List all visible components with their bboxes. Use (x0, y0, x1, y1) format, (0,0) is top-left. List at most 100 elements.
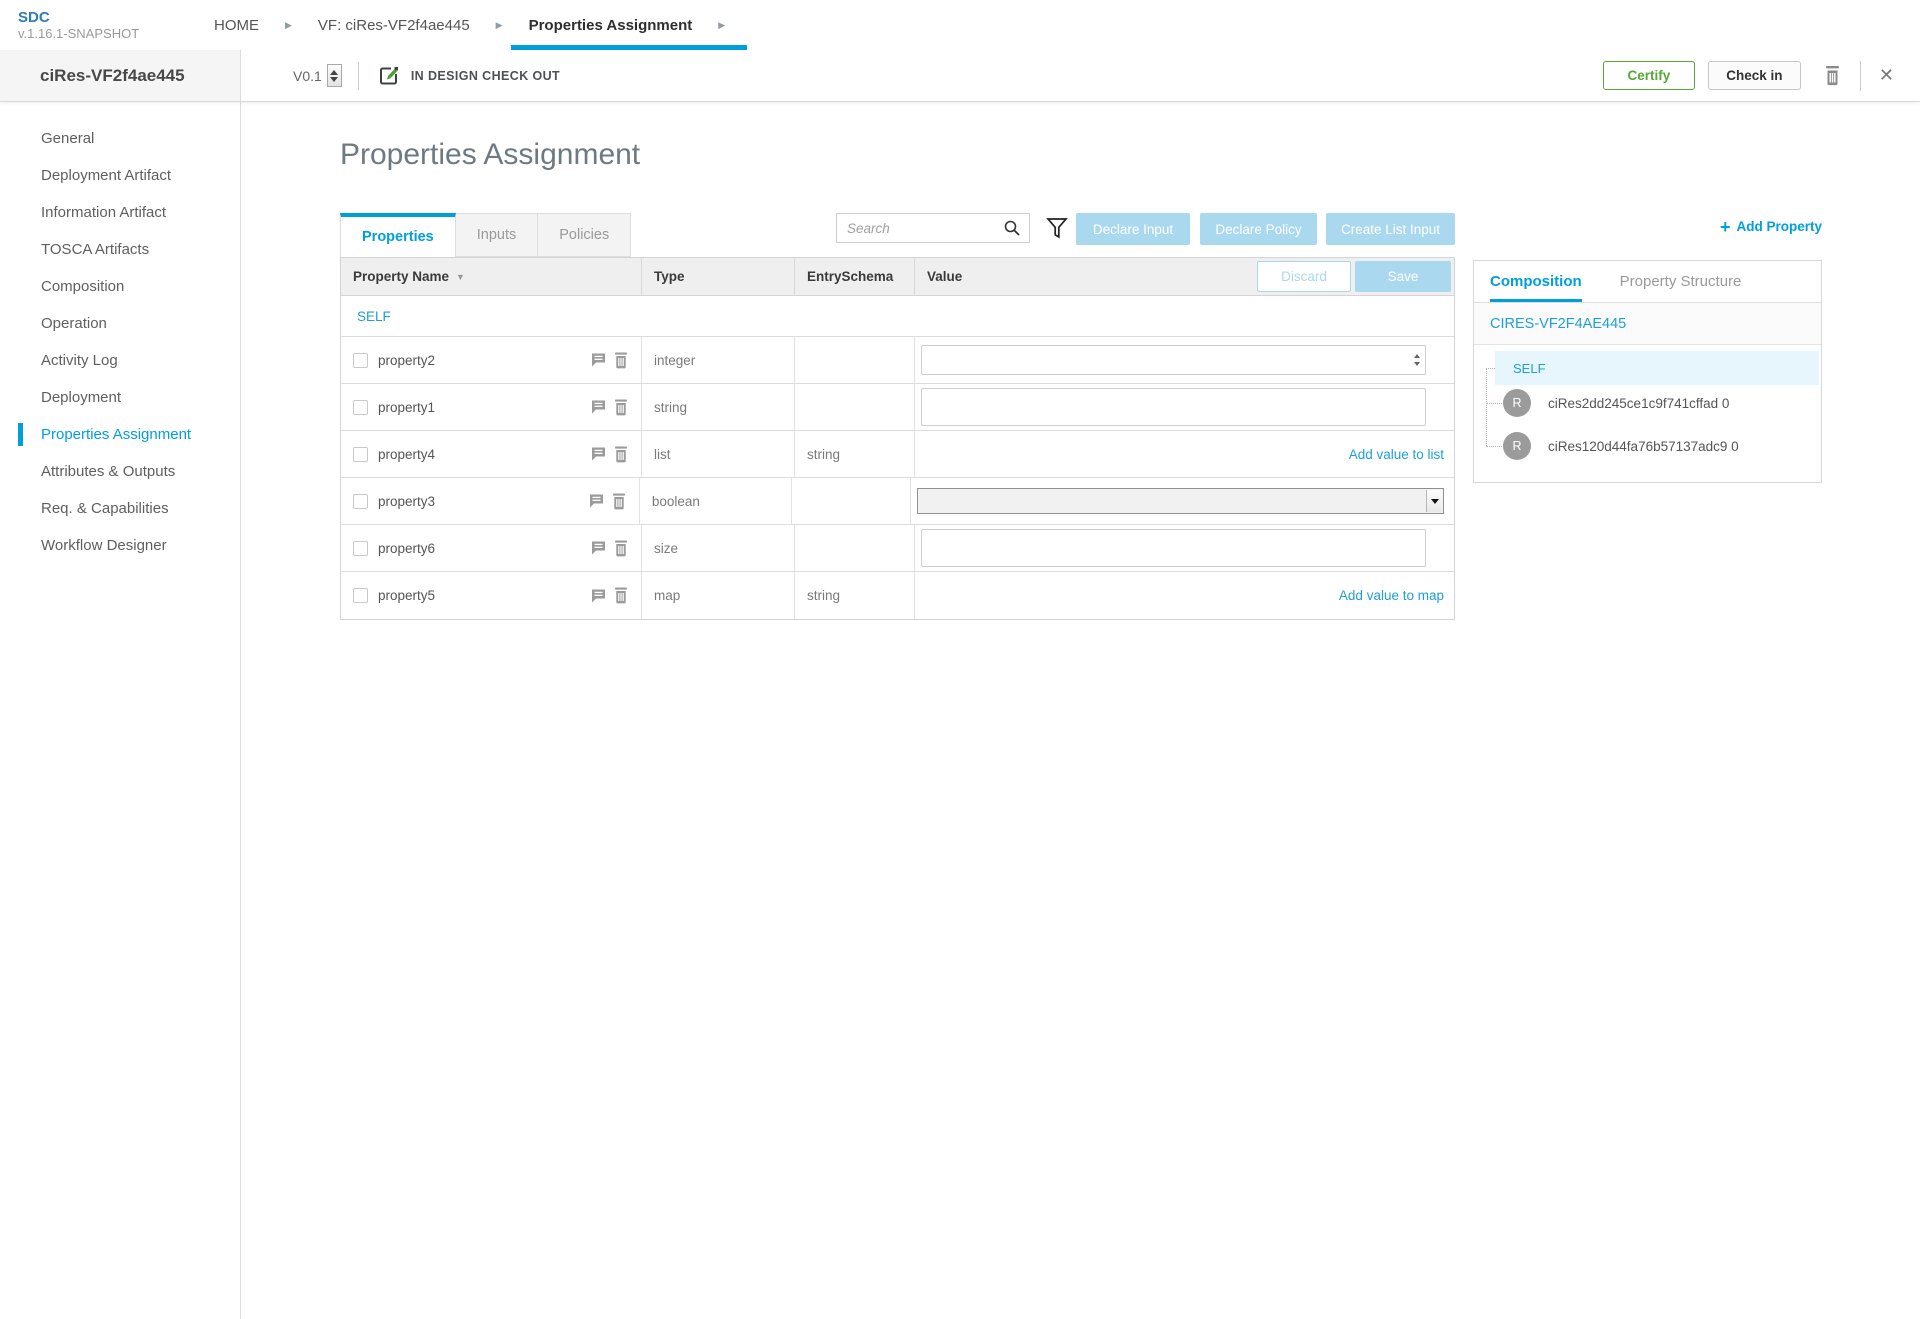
save-button[interactable]: Save (1355, 261, 1451, 292)
sidebar-item-workflow-designer[interactable]: Workflow Designer (0, 527, 240, 564)
property-entryschema (792, 478, 911, 524)
comment-icon[interactable] (591, 446, 606, 462)
sidebar-item-activity-log[interactable]: Activity Log (0, 342, 240, 379)
resource-avatar: R (1503, 389, 1531, 417)
add-value-link[interactable]: Add value to map (1339, 588, 1444, 603)
value-number-input[interactable] (921, 345, 1426, 375)
breadcrumb-item-home[interactable]: HOME▶ (196, 0, 300, 50)
table-row-property6: property6size (341, 525, 1454, 572)
property-entryschema: string (795, 431, 915, 477)
breadcrumb-item-vf-cires-vf2f4ae445[interactable]: VF: ciRes-VF2f4ae445▶ (300, 0, 511, 50)
property-name-label: property3 (378, 494, 435, 509)
sidebar-item-attributes-outputs[interactable]: Attributes & Outputs (0, 453, 240, 490)
sidebar-item-req-capabilities[interactable]: Req. & Capabilities (0, 490, 240, 527)
value-boolean-select[interactable] (917, 488, 1444, 514)
tree-node-label: ciRes120d44fa76b57137adc9 0 (1548, 439, 1739, 454)
value-text-input[interactable] (921, 529, 1426, 567)
row-checkbox[interactable] (353, 400, 368, 415)
delete-property-icon[interactable] (614, 399, 628, 416)
sidebar-item-properties-assignment[interactable]: Properties Assignment (0, 416, 240, 453)
sidebar-item-operation[interactable]: Operation (0, 305, 240, 342)
discard-button[interactable]: Discard (1257, 261, 1351, 292)
column-header-property-name[interactable]: Property Name ▼ (341, 258, 642, 295)
column-header-value: Value Discard Save (915, 258, 1454, 295)
comment-icon[interactable] (591, 588, 606, 604)
sidebar-item-tosca-artifacts[interactable]: TOSCA Artifacts (0, 231, 240, 268)
tree-guide (1486, 368, 1495, 369)
comment-icon[interactable] (591, 352, 606, 368)
value-number-wrapper (921, 345, 1426, 375)
sidebar-item-deployment[interactable]: Deployment (0, 379, 240, 416)
version-selector[interactable] (327, 64, 342, 87)
delete-property-icon[interactable] (614, 587, 628, 604)
declare-policy-button[interactable]: Declare Policy (1200, 213, 1317, 245)
property-name-cell: property2 (341, 337, 642, 383)
check-in-button[interactable]: Check in (1708, 61, 1801, 90)
breadcrumb-item-properties-assignment[interactable]: Properties Assignment▶ (511, 0, 734, 50)
tree-node-cires120d44fa76b57137adc9-0[interactable]: RciRes120d44fa76b57137adc9 0 (1503, 432, 1739, 460)
number-spinner[interactable] (1409, 347, 1424, 373)
breadcrumb-label: HOME (196, 17, 259, 34)
tree-guide (1486, 446, 1502, 447)
add-value-link[interactable]: Add value to list (1349, 447, 1444, 462)
search-icon[interactable] (1004, 220, 1020, 236)
sort-descending-icon: ▼ (456, 272, 465, 282)
property-value-cell (911, 478, 1454, 524)
filter-icon[interactable] (1046, 217, 1068, 240)
row-actions (591, 540, 628, 557)
breadcrumb-label: Properties Assignment (511, 17, 693, 34)
delete-property-icon[interactable] (614, 352, 628, 369)
column-header-label: Type (654, 269, 685, 284)
tab-inputs[interactable]: Inputs (456, 213, 539, 257)
value-text-input[interactable] (921, 388, 1426, 426)
property-type: list (642, 431, 795, 477)
tree-node-label: ciRes2dd245ce1c9f741cffad 0 (1548, 396, 1729, 411)
tree-node-cires2dd245ce1c9f741cffad-0[interactable]: RciRes2dd245ce1c9f741cffad 0 (1503, 389, 1729, 417)
property-value-cell: Add value to list (915, 431, 1454, 477)
row-checkbox[interactable] (353, 353, 368, 368)
comment-icon[interactable] (591, 399, 606, 415)
table-row-property2: property2integer (341, 337, 1454, 384)
property-type: integer (642, 337, 795, 383)
close-icon[interactable]: ✕ (1879, 65, 1894, 86)
property-type: string (642, 384, 795, 430)
divider (1860, 61, 1861, 91)
comment-icon[interactable] (591, 540, 606, 556)
add-property-button[interactable]: + Add Property (1720, 219, 1822, 234)
column-header-entryschema: EntrySchema (795, 258, 915, 295)
version-down-icon (330, 77, 338, 82)
search-input[interactable] (837, 221, 1004, 236)
delete-property-icon[interactable] (614, 446, 628, 463)
plus-icon: + (1720, 220, 1731, 234)
property-value-cell (915, 337, 1454, 383)
tab-policies[interactable]: Policies (538, 213, 631, 257)
row-checkbox[interactable] (353, 447, 368, 462)
tree-node-self[interactable]: SELF (1495, 351, 1819, 385)
table-group-self[interactable]: SELF (341, 296, 1454, 337)
sidebar-item-deployment-artifact[interactable]: Deployment Artifact (0, 157, 240, 194)
declare-input-button[interactable]: Declare Input (1076, 213, 1190, 245)
lifecycle-status: IN DESIGN CHECK OUT (411, 69, 560, 83)
delete-property-icon[interactable] (612, 493, 626, 510)
panel-tab-property-structure[interactable]: Property Structure (1620, 261, 1742, 302)
property-type: size (642, 525, 795, 571)
comment-icon[interactable] (589, 493, 604, 509)
delete-component-icon[interactable] (1823, 65, 1842, 86)
property-value-cell (915, 525, 1454, 571)
component-name-row[interactable]: CIRES-VF2F4AE445 (1474, 303, 1821, 345)
row-checkbox[interactable] (353, 588, 368, 603)
property-entryschema (795, 384, 915, 430)
app-version: v.1.16.1-SNAPSHOT (18, 26, 196, 41)
sidebar-item-information-artifact[interactable]: Information Artifact (0, 194, 240, 231)
panel-tab-composition[interactable]: Composition (1490, 261, 1582, 302)
certify-button[interactable]: Certify (1603, 61, 1695, 90)
delete-property-icon[interactable] (614, 540, 628, 557)
row-checkbox[interactable] (353, 541, 368, 556)
resource-avatar: R (1503, 432, 1531, 460)
create-list-input-button[interactable]: Create List Input (1326, 213, 1455, 245)
sidebar-item-composition[interactable]: Composition (0, 268, 240, 305)
tab-properties[interactable]: Properties (340, 213, 456, 257)
table-row-property1: property1string (341, 384, 1454, 431)
row-checkbox[interactable] (353, 494, 368, 509)
sidebar-item-general[interactable]: General (0, 120, 240, 157)
